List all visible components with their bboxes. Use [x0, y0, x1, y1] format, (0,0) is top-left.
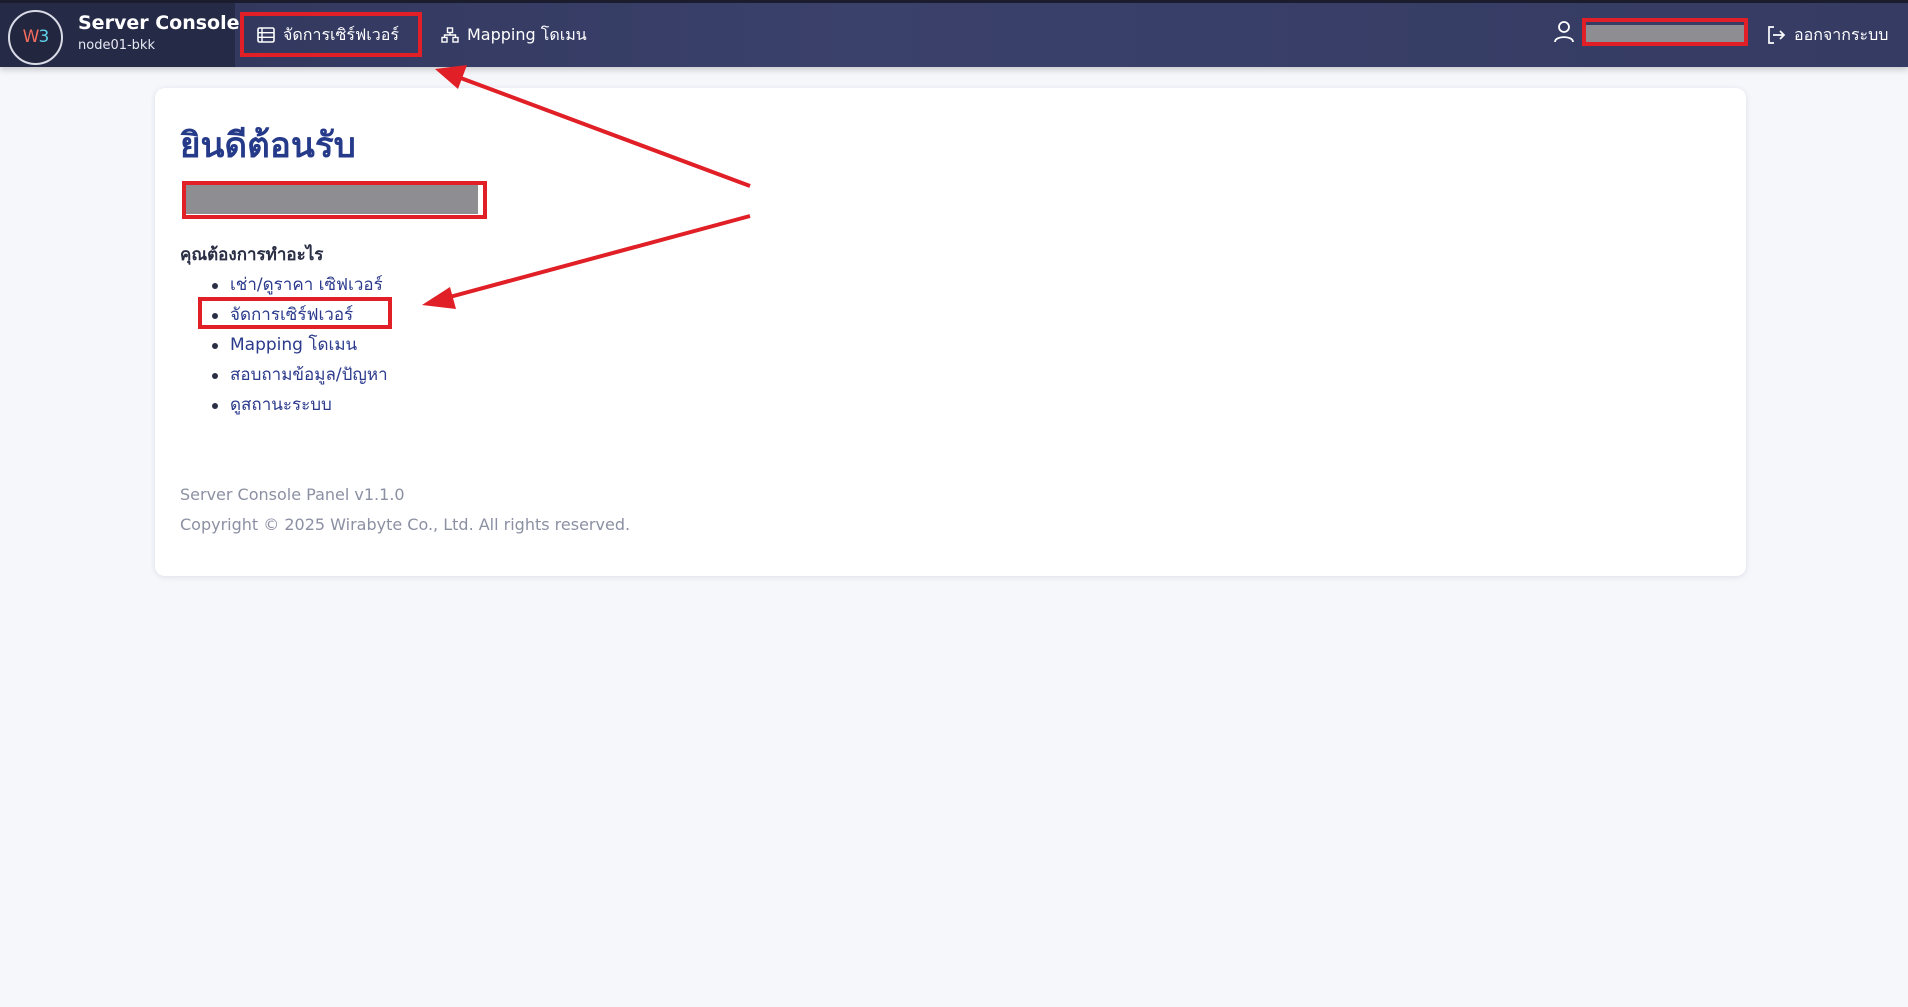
nav-domain-mapping[interactable]: Mapping โดเมน	[441, 3, 587, 67]
footer-version: Server Console Panel v1.1.0	[180, 485, 405, 504]
support-inquiry-link[interactable]: สอบถามข้อมูล/ปัญหา	[230, 365, 388, 385]
logout-button[interactable]: ออกจากระบบ	[1766, 3, 1888, 67]
sitemap-icon	[441, 27, 459, 43]
list-item: สอบถามข้อมูล/ปัญหา	[180, 360, 388, 390]
manage-servers-link[interactable]: จัดการเซิร์ฟเวอร์	[230, 305, 353, 325]
logout-icon	[1766, 25, 1786, 45]
brand-title: Server Console	[78, 12, 240, 34]
rent-server-link[interactable]: เช่า/ดูราคา เซิฟเวอร์	[230, 275, 383, 295]
top-navbar: W3 Server Console node01-bkk จัดการเซิร์…	[0, 0, 1908, 67]
list-item: ดูสถานะระบบ	[180, 390, 388, 420]
brand-subtitle: node01-bkk	[78, 38, 155, 53]
list-item: จัดการเซิร์ฟเวอร์	[180, 300, 388, 330]
list-item: เช่า/ดูราคา เซิฟเวอร์	[180, 270, 388, 300]
welcome-card: ยินดีต้อนรับ คุณต้องการทำอะไร เช่า/ดูราค…	[155, 88, 1746, 576]
logo-letter-w: W	[22, 27, 40, 47]
user-icon[interactable]	[1553, 20, 1575, 48]
nav-domain-mapping-label: Mapping โดเมน	[467, 24, 587, 44]
logo-letter-3: 3	[38, 27, 49, 47]
list-item: Mapping โดเมน	[180, 330, 388, 360]
actions-question: คุณต้องการทำอะไร	[180, 245, 324, 265]
nav-manage-servers[interactable]: จัดการเซิร์ฟเวอร์	[257, 3, 399, 67]
user-display-name-redacted	[184, 185, 478, 214]
user-name-redacted[interactable]	[1586, 25, 1746, 44]
brand-logo: W3	[8, 10, 63, 65]
arrow-head-icon	[435, 65, 467, 89]
domain-mapping-link[interactable]: Mapping โดเมน	[230, 335, 357, 355]
system-status-link[interactable]: ดูสถานะระบบ	[230, 395, 332, 415]
brand[interactable]: W3 Server Console node01-bkk	[0, 3, 239, 67]
server-list-icon	[257, 27, 275, 43]
nav-manage-servers-label: จัดการเซิร์ฟเวอร์	[283, 24, 399, 44]
logout-label: ออกจากระบบ	[1794, 24, 1889, 44]
footer-copyright: Copyright © 2025 Wirabyte Co., Ltd. All …	[180, 515, 631, 534]
action-list: เช่า/ดูราคา เซิฟเวอร์ จัดการเซิร์ฟเวอร์ …	[180, 270, 388, 420]
page-title: ยินดีต้อนรับ	[180, 126, 356, 166]
